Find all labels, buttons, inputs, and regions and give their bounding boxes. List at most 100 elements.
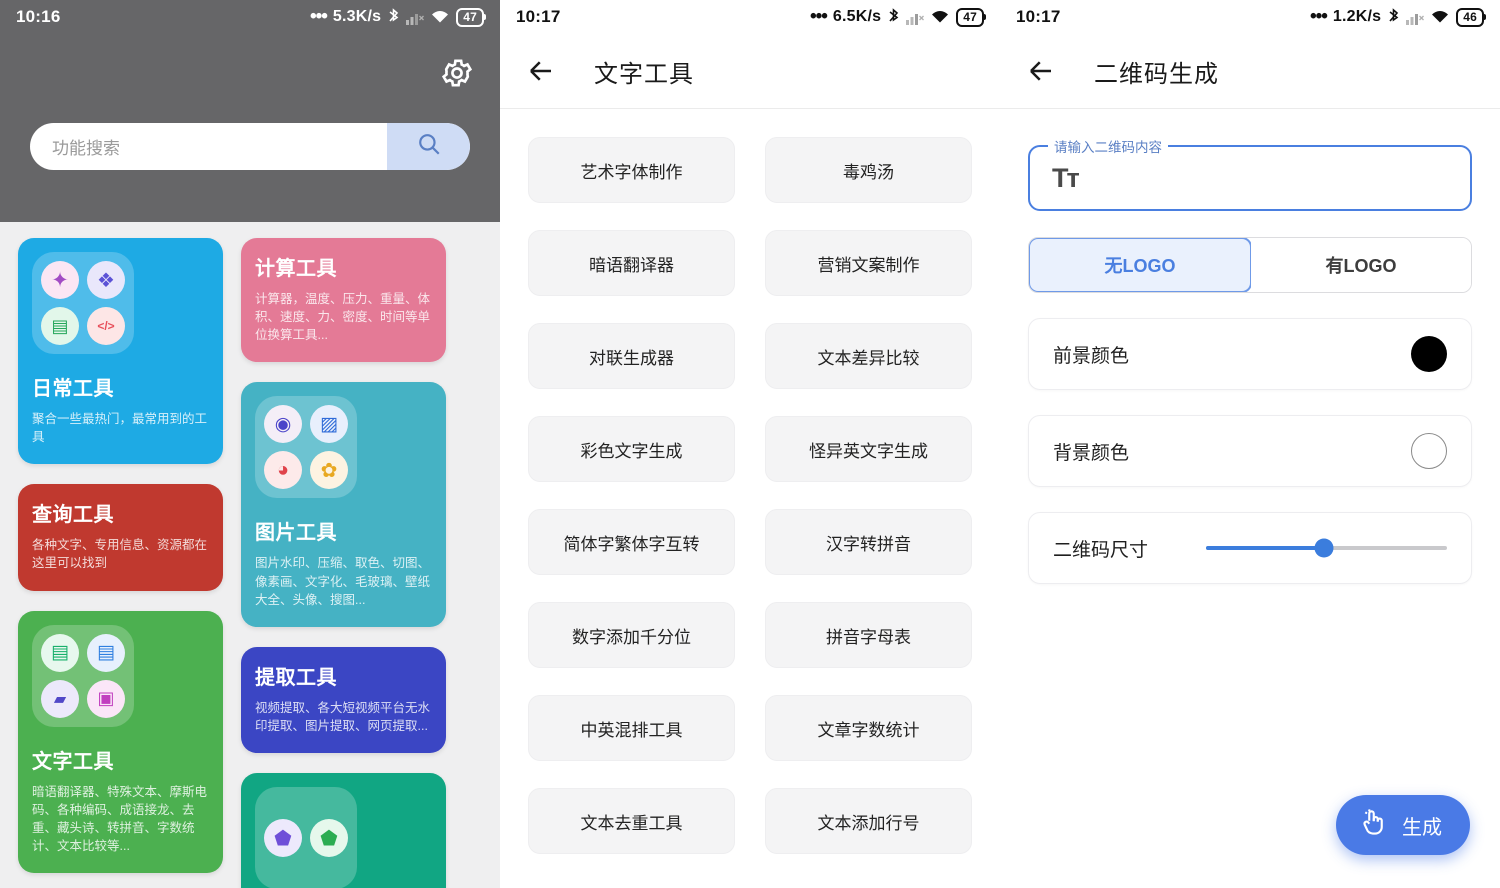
wifi-icon	[430, 9, 450, 25]
card-desc: 暗语翻译器、特殊文本、摩斯电码、各种编码、成语接龙、去重、藏头诗、转拼音、字数统…	[32, 784, 208, 853]
camera-icon: ◉	[264, 405, 302, 444]
article-icon: ▤	[41, 633, 79, 672]
back-arrow-icon[interactable]	[1024, 54, 1058, 88]
back-arrow-icon[interactable]	[524, 54, 558, 88]
status-bar-qrcode: 10:17 ••• 1.2K/s 46	[1000, 0, 1500, 34]
tool-button[interactable]: 拼音字母表	[765, 602, 972, 668]
qr-content-input[interactable]: 请输入二维码内容 Tт	[1028, 136, 1472, 211]
slider-thumb[interactable]	[1314, 538, 1334, 558]
card-security-tools[interactable]: ⬟ ⬟	[241, 773, 446, 888]
tool-button[interactable]: 文本添加行号	[765, 788, 972, 854]
card-calc-tools[interactable]: 计算工具 计算器，温度、压力、重量、体积、速度、力、密度、时间等单位换算工具..…	[241, 238, 446, 363]
status-time: 10:16	[16, 7, 61, 26]
card-title: 图片工具	[255, 522, 337, 545]
wifi-icon	[1430, 9, 1450, 25]
card-title: 日常工具	[32, 378, 114, 400]
qr-size-label: 二维码尺寸	[1053, 539, 1149, 561]
tool-button[interactable]: 文本去重工具	[528, 788, 735, 854]
card-desc: 视频提取、各大短视频平台无水印提取、图片提取、网页提取...	[255, 700, 431, 733]
status-dots: •••	[1309, 6, 1328, 28]
tab-no-logo[interactable]: 无LOGO	[1029, 238, 1252, 292]
card-desc: 图片水印、压缩、取色、切图、像素画、文字化、毛玻璃、壁纸大全、头像、搜图...	[255, 556, 431, 607]
tool-button[interactable]: 汉字转拼音	[765, 509, 972, 575]
home-card-column-left: ✦ ❖ ▤ </> 日常工具 聚合一些最热门，最常用到的工具 查询工具 各种文字…	[18, 238, 223, 888]
card-extract-tools[interactable]: 提取工具 视频提取、各大短视频平台无水印提取、图片提取、网页提取...	[241, 646, 446, 753]
tool-button[interactable]: 营销文案制作	[765, 230, 972, 296]
tab-with-logo[interactable]: 有LOGO	[1251, 238, 1471, 292]
card-query-tools[interactable]: 查询工具 各种文字、专用信息、资源都在这里可以找到	[18, 484, 223, 591]
logo-toggle-group: 无LOGO 有LOGO	[1028, 237, 1472, 293]
card-desc: 各种文字、专用信息、资源都在这里可以找到	[32, 538, 208, 571]
palette-icon: ◕	[264, 451, 302, 490]
status-netspeed: 5.3K/s	[332, 8, 382, 25]
search-button[interactable]	[387, 123, 470, 170]
panel-qrcode: 10:17 ••• 1.2K/s 46 二维码生成 请输入二维码内容 Tт 无L…	[1000, 0, 1500, 888]
card-image-tools[interactable]: ◉ ▨ ◕ ✿ 图片工具 图片水印、压缩、取色、切图、像素画、文字化、毛玻璃、壁…	[241, 382, 446, 627]
search-input[interactable]: 功能搜索	[30, 134, 387, 159]
home-card-grid: ✦ ❖ ▤ </> 日常工具 聚合一些最热门，最常用到的工具 查询工具 各种文字…	[0, 222, 500, 888]
tool-button[interactable]: 中英混排工具	[528, 695, 735, 761]
status-netspeed: 6.5K/s	[832, 8, 882, 25]
tool-button[interactable]: 怪异英文字生成	[765, 416, 972, 482]
clover-icon: ❖	[87, 261, 125, 299]
settings-button[interactable]	[440, 56, 474, 95]
status-bar-text-tools: 10:17 ••• 6.5K/s 47	[500, 0, 1000, 34]
app-bar-qrcode: 二维码生成	[1000, 34, 1500, 108]
card-desc: 计算器，温度、压力、重量、体积、速度、力、密度、时间等单位换算工具...	[255, 292, 431, 343]
doc-search-icon: ▤	[41, 307, 79, 345]
generate-button-label: 生成	[1402, 816, 1442, 839]
gear-icon	[440, 59, 474, 94]
tulip-icon: ✿	[310, 451, 348, 490]
tool-button[interactable]: 彩色文字生成	[528, 416, 735, 482]
signal-icon	[406, 9, 425, 25]
tool-button[interactable]: 简体字繁体字互转	[528, 509, 735, 575]
app-bar-text-tools: 文字工具	[500, 34, 1000, 108]
archive-icon: ▣	[87, 679, 125, 718]
bluetooth-icon	[387, 8, 400, 26]
foreground-color-label: 前景颜色	[1053, 345, 1130, 367]
tap-hand-icon	[1358, 807, 1388, 843]
panel-home: 10:16 ••• 5.3K/s 47 功能搜索 ✦ ❖ ▤ </> 日常工具 …	[0, 0, 500, 888]
battery-indicator: 47	[456, 7, 486, 27]
slider-fill	[1206, 546, 1325, 550]
tool-button[interactable]: 艺术字体制作	[528, 137, 735, 203]
card-title: 计算工具	[255, 258, 337, 280]
tool-button[interactable]: 数字添加千分位	[528, 602, 735, 668]
card-daily-tools[interactable]: ✦ ❖ ▤ </> 日常工具 聚合一些最热门，最常用到的工具	[18, 238, 223, 465]
foreground-color-swatch[interactable]	[1411, 336, 1447, 372]
home-header: 10:16 ••• 5.3K/s 47 功能搜索	[0, 0, 500, 222]
card-desc: 聚合一些最热门，最常用到的工具	[32, 412, 208, 445]
tool-button[interactable]: 文本差异比较	[765, 323, 972, 389]
status-time: 10:17	[1016, 7, 1061, 26]
tool-button[interactable]: 对联生成器	[528, 323, 735, 389]
warning-shield-icon: ⬟	[310, 819, 348, 857]
tool-button[interactable]: 暗语翻译器	[528, 230, 735, 296]
background-color-row[interactable]: 背景颜色	[1028, 415, 1472, 487]
generate-button[interactable]: 生成	[1336, 795, 1470, 855]
status-indicators: ••• 5.3K/s 47	[310, 7, 486, 27]
status-indicators: ••• 1.2K/s 46	[1309, 6, 1486, 28]
page-title: 文字工具	[594, 60, 694, 88]
card-text-tools[interactable]: ▤ ▤ ▰ ▣ 文字工具 暗语翻译器、特殊文本、摩斯电码、各种编码、成语接龙、去…	[18, 610, 223, 873]
screenshot-root: 10:16 ••• 5.3K/s 47 功能搜索 ✦ ❖ ▤ </> 日常工具 …	[0, 0, 1500, 888]
code-monitor-icon: </>	[87, 307, 125, 345]
signal-icon	[906, 9, 925, 25]
card-icon-group: ⬟ ⬟	[255, 787, 357, 888]
tool-button-grid: 艺术字体制作 毒鸡汤 暗语翻译器 营销文案制作 对联生成器 文本差异比较 彩色文…	[500, 109, 1000, 854]
search-bar[interactable]: 功能搜索	[30, 123, 470, 170]
card-title: 提取工具	[255, 666, 337, 689]
qrcode-form: 请输入二维码内容 Tт 无LOGO 有LOGO 前景颜色 背景颜色 二维码尺寸	[1000, 109, 1500, 584]
qr-size-slider[interactable]	[1206, 538, 1447, 558]
signal-icon	[1406, 9, 1425, 25]
text-format-icon[interactable]: Tт	[1052, 163, 1080, 194]
foreground-color-row[interactable]: 前景颜色	[1028, 318, 1472, 390]
background-color-swatch[interactable]	[1411, 433, 1447, 469]
card-title: 查询工具	[32, 504, 114, 527]
battery-indicator: 46	[1456, 7, 1486, 27]
tool-button[interactable]: 毒鸡汤	[765, 137, 972, 203]
status-dots: •••	[809, 6, 828, 28]
tool-button[interactable]: 文章字数统计	[765, 695, 972, 761]
lock-shield-icon: ⬟	[264, 819, 302, 857]
slider-track[interactable]	[1206, 538, 1447, 558]
qr-size-row[interactable]: 二维码尺寸	[1028, 512, 1472, 584]
